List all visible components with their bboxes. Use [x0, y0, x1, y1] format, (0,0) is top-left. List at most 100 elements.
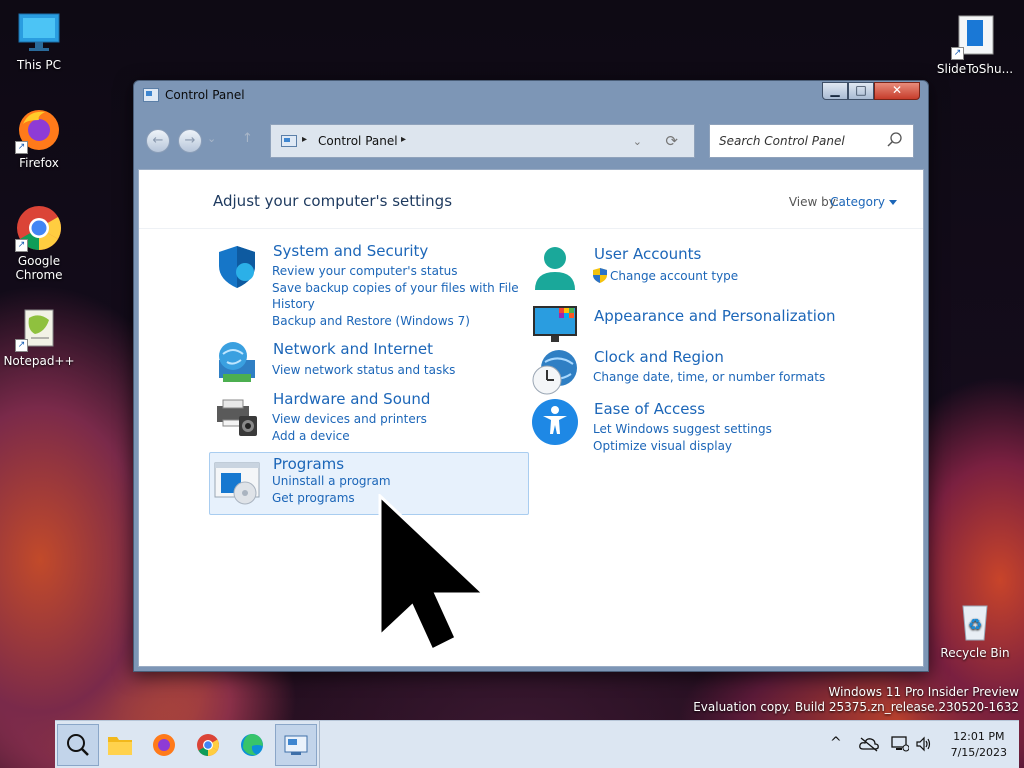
- taskbar-firefox[interactable]: [143, 724, 185, 766]
- category-ease-of-access: Ease of Access Let Windows suggest setti…: [531, 398, 851, 454]
- slide-to-shutdown-icon: ↗: [951, 12, 999, 60]
- forward-button[interactable]: →: [178, 129, 202, 153]
- clock-date: 7/15/2023: [950, 746, 1007, 759]
- address-bar[interactable]: ▸ Control Panel ▸ ⌄ ⟳: [270, 124, 695, 158]
- recent-locations-button[interactable]: ⌄: [207, 132, 216, 145]
- link-optimize-display[interactable]: Optimize visual display: [593, 439, 732, 453]
- category-title-programs[interactable]: Programs: [273, 455, 344, 473]
- firefox-icon: ↗: [15, 106, 63, 154]
- category-title-ease-of-access[interactable]: Ease of Access: [594, 400, 705, 418]
- control-panel-icon: [284, 735, 308, 755]
- breadcrumb-chevron-icon[interactable]: ▸: [302, 134, 307, 145]
- shortcut-arrow-icon: ↗: [15, 239, 28, 252]
- category-appearance: Appearance and Personalization: [531, 300, 851, 342]
- minimize-button[interactable]: ▁: [822, 82, 848, 100]
- globe-network-icon[interactable]: [213, 338, 261, 386]
- user-icon[interactable]: [531, 244, 579, 292]
- clock-time: 12:01 PM: [953, 730, 1005, 743]
- divider: [139, 228, 923, 229]
- accessibility-icon[interactable]: [531, 398, 579, 446]
- shortcut-arrow-icon: ↗: [15, 339, 28, 352]
- link-change-account-type[interactable]: Change account type: [610, 269, 738, 283]
- refresh-button[interactable]: ⟳: [665, 132, 678, 150]
- show-hidden-icons-button[interactable]: ^: [830, 735, 842, 751]
- mouse-cursor-icon: [378, 494, 488, 653]
- category-title-user-accounts[interactable]: User Accounts: [594, 245, 701, 263]
- taskbar-clock[interactable]: 12:01 PM 7/15/2023: [951, 729, 1007, 761]
- clock-globe-icon[interactable]: [531, 348, 579, 396]
- volume-icon[interactable]: [915, 736, 933, 752]
- category-title-clock-region[interactable]: Clock and Region: [594, 348, 724, 366]
- windows-watermark: Windows 11 Pro Insider Preview Evaluatio…: [693, 685, 1019, 714]
- control-panel-icon: [281, 135, 297, 147]
- desktop-icon-label: Recycle Bin: [940, 646, 1010, 660]
- maximize-button[interactable]: □: [848, 82, 874, 100]
- search-placeholder: Search Control Panel: [719, 134, 845, 148]
- programs-icon[interactable]: [213, 459, 261, 507]
- taskbar-control-panel[interactable]: [275, 724, 317, 766]
- uac-shield-icon: [593, 268, 607, 283]
- close-button[interactable]: ✕: [874, 82, 920, 100]
- printer-speaker-icon[interactable]: [213, 392, 261, 440]
- category-hardware-sound: Hardware and Sound View devices and prin…: [209, 388, 529, 444]
- breadcrumb-chevron-icon[interactable]: ▸: [401, 134, 406, 145]
- chevron-down-icon[interactable]: [889, 200, 897, 205]
- link-devices-printers[interactable]: View devices and printers: [272, 412, 427, 426]
- desktop-icon-label: Firefox: [19, 156, 59, 170]
- desktop-icon-chrome[interactable]: ↗ Google Chrome: [0, 204, 78, 282]
- network-icon[interactable]: [891, 736, 909, 752]
- view-by-dropdown[interactable]: Category: [830, 195, 885, 209]
- address-dropdown-button[interactable]: ⌄: [633, 135, 642, 148]
- edge-icon: [241, 734, 263, 756]
- link-change-formats[interactable]: Change date, time, or number formats: [593, 370, 825, 384]
- control-panel-window: Control Panel ▁ □ ✕ ← → ⌄ ↑ ▸ Control Pa…: [133, 80, 929, 672]
- taskbar-search-button[interactable]: [57, 724, 99, 766]
- shield-icon[interactable]: [213, 242, 261, 290]
- desktop-icon-firefox[interactable]: ↗ Firefox: [0, 106, 78, 170]
- taskbar-chrome[interactable]: [187, 724, 229, 766]
- category-title-appearance[interactable]: Appearance and Personalization: [594, 307, 836, 325]
- desktop-icon-label: This PC: [17, 58, 61, 72]
- desktop-icon-notepadpp[interactable]: ↗ Notepad++: [0, 304, 78, 368]
- control-panel-icon: [143, 88, 159, 102]
- chrome-icon: [197, 734, 219, 756]
- shortcut-arrow-icon: ↗: [15, 141, 28, 154]
- firefox-icon: [153, 734, 175, 756]
- link-add-device[interactable]: Add a device: [272, 429, 350, 443]
- monitor-palette-icon[interactable]: [531, 300, 579, 348]
- desktop-icon-label: SlideToShu...: [936, 62, 1014, 76]
- breadcrumb-control-panel[interactable]: Control Panel: [318, 134, 398, 148]
- desktop-icon-slidetoshutdown[interactable]: ↗ SlideToShu...: [936, 12, 1014, 76]
- search-input[interactable]: Search Control Panel: [709, 124, 914, 158]
- desktop-icon-this-pc[interactable]: This PC: [0, 8, 78, 72]
- taskbar-edge[interactable]: [231, 724, 273, 766]
- taskbar-separator: [319, 721, 320, 768]
- link-save-backup[interactable]: Save backup copies of your files with Fi…: [272, 281, 519, 295]
- notepadpp-icon: ↗: [15, 304, 63, 352]
- link-file-history[interactable]: History: [272, 297, 315, 311]
- back-button[interactable]: ←: [146, 129, 170, 153]
- control-panel-content: Adjust your computer's settings View by:…: [138, 169, 924, 667]
- recycle-bin-icon: ♻: [951, 596, 999, 644]
- link-uninstall-program[interactable]: Uninstall a program: [272, 474, 391, 488]
- link-suggest-settings[interactable]: Let Windows suggest settings: [593, 422, 772, 436]
- taskbar-file-explorer[interactable]: [99, 724, 141, 766]
- file-explorer-icon: [108, 737, 132, 755]
- link-review-status[interactable]: Review your computer's status: [272, 264, 458, 278]
- chrome-icon: ↗: [15, 204, 63, 252]
- category-title-system-security[interactable]: System and Security: [273, 242, 428, 260]
- link-network-status[interactable]: View network status and tasks: [272, 363, 455, 377]
- computer-icon: [15, 8, 63, 56]
- category-title-network-internet[interactable]: Network and Internet: [273, 340, 433, 358]
- up-button[interactable]: ↑: [242, 131, 253, 146]
- desktop-icon-recycle-bin[interactable]: ♻ Recycle Bin: [936, 596, 1014, 660]
- link-get-programs[interactable]: Get programs: [272, 491, 355, 505]
- title-bar[interactable]: Control Panel ▁ □ ✕: [134, 81, 928, 111]
- search-icon[interactable]: [886, 131, 904, 149]
- window-title: Control Panel: [165, 88, 245, 102]
- taskbar: ^ 12:01 PM 7/15/2023: [55, 720, 1019, 768]
- category-title-hardware-sound[interactable]: Hardware and Sound: [273, 390, 430, 408]
- category-network-internet: Network and Internet View network status…: [209, 338, 529, 384]
- link-backup-restore[interactable]: Backup and Restore (Windows 7): [272, 314, 470, 328]
- onedrive-offline-icon[interactable]: [859, 736, 879, 752]
